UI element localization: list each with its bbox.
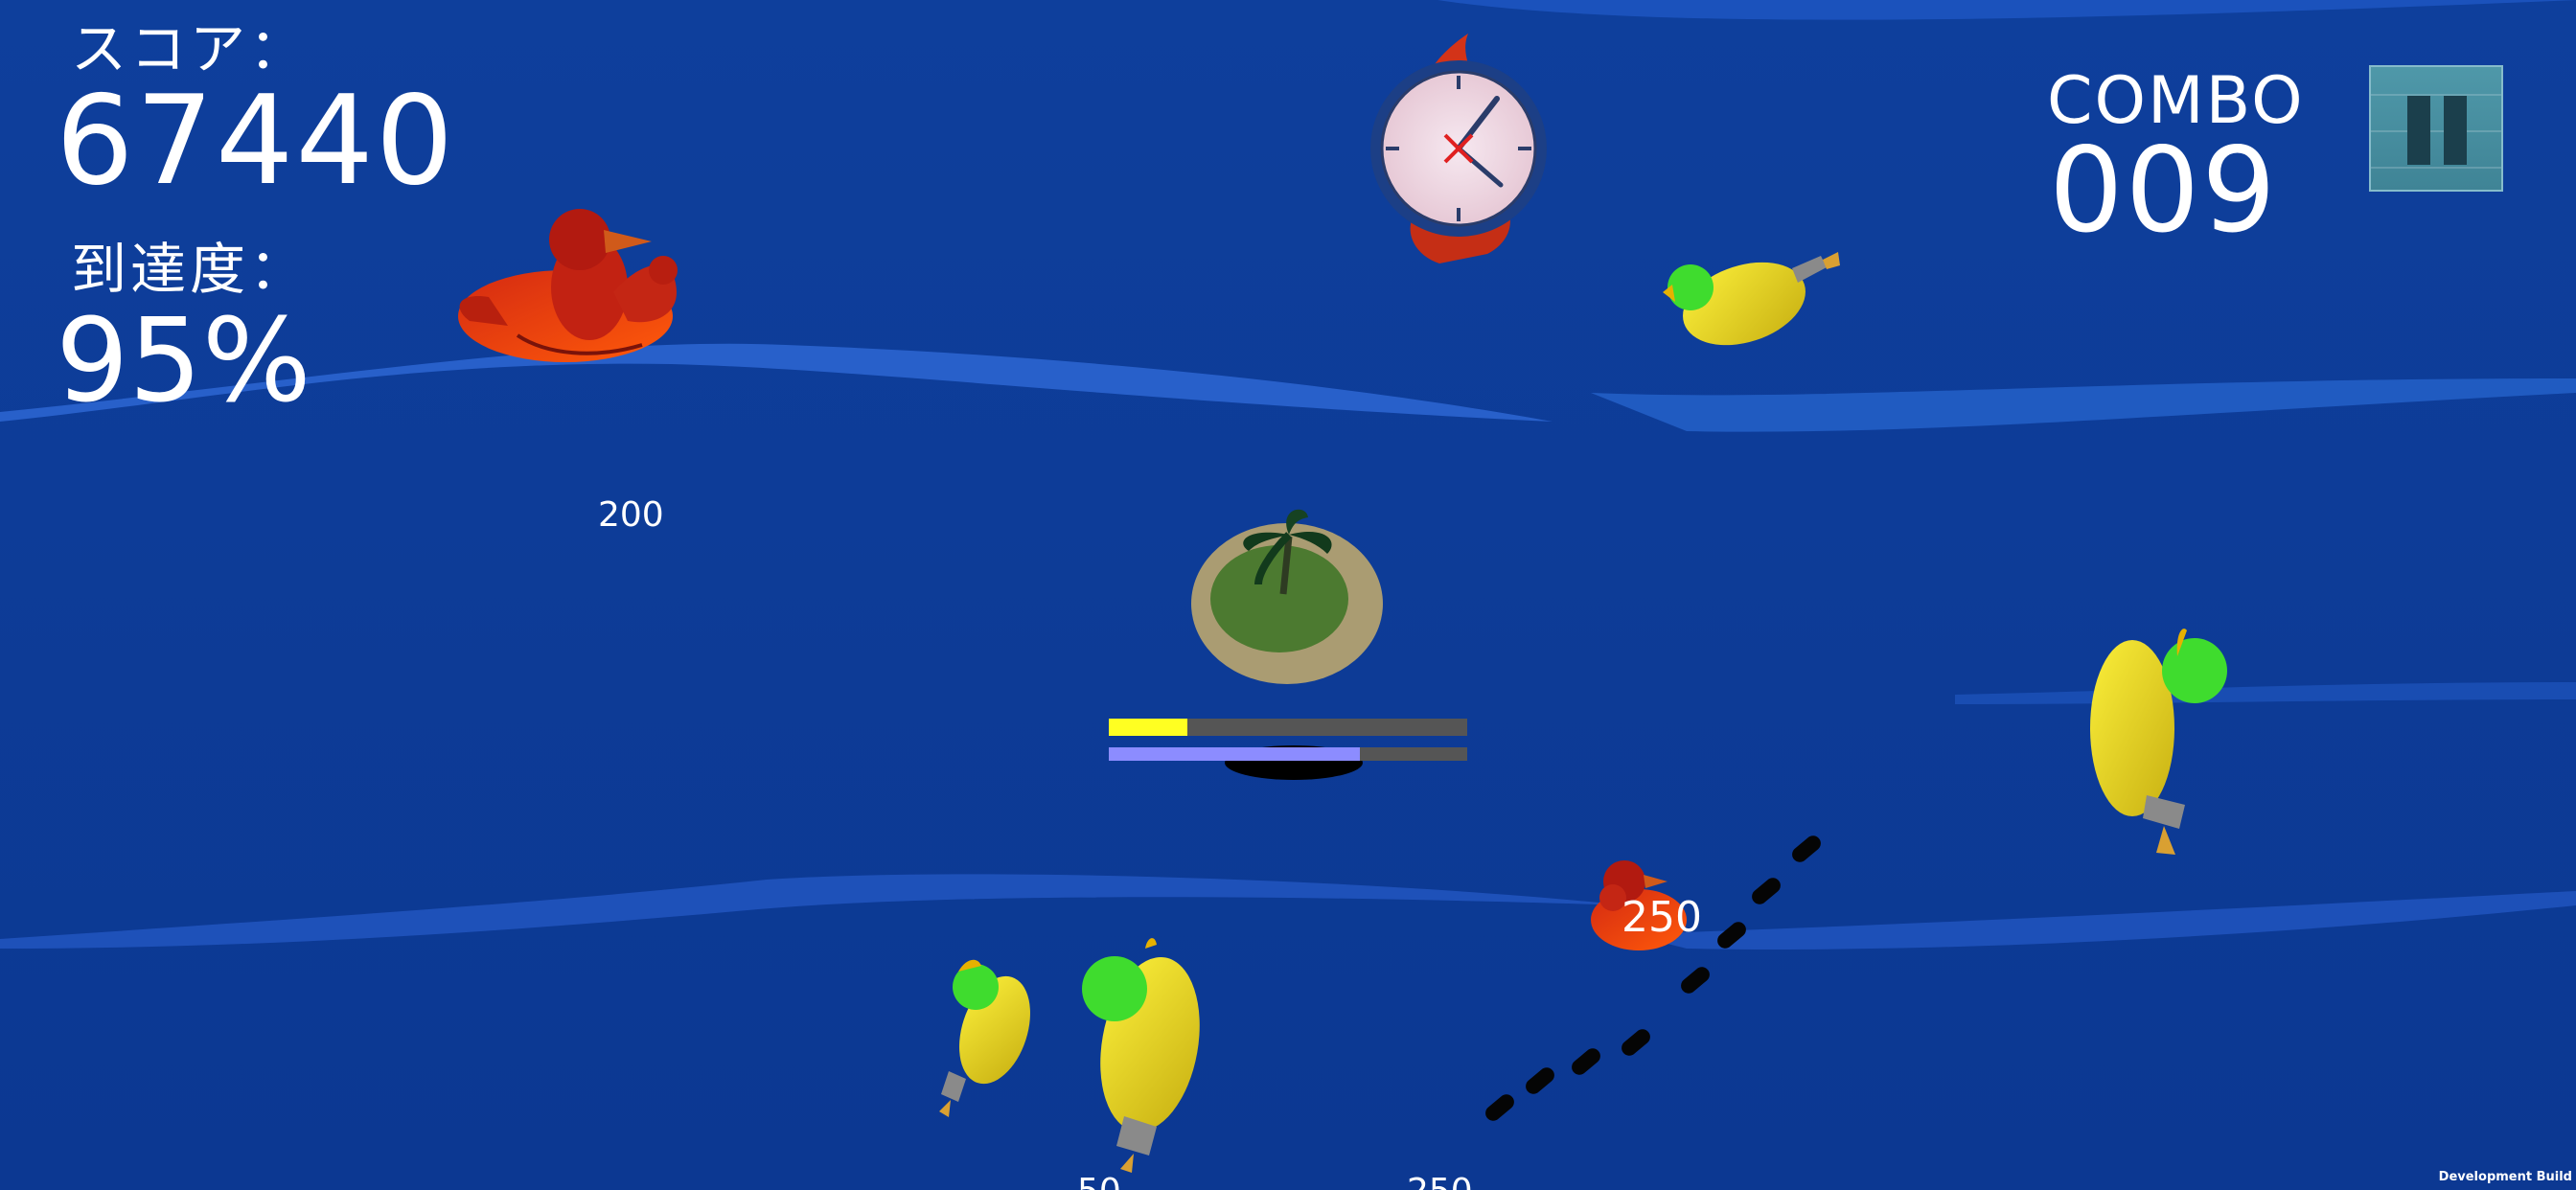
points-popup: 250 xyxy=(1407,1175,1473,1190)
points-popup: 200 xyxy=(598,495,664,535)
pause-button[interactable] xyxy=(2369,65,2503,192)
combo-value: 009 xyxy=(2049,123,2278,259)
wood-grain xyxy=(2371,130,2501,132)
pause-icon xyxy=(2407,96,2430,165)
blue-bar-fill xyxy=(1109,747,1360,761)
yellow-bar-fill xyxy=(1109,719,1187,736)
points-popup: 250 xyxy=(1622,893,1702,942)
score-label: スコア： xyxy=(71,16,310,81)
game-stage[interactable]: スコア： 67440 到達度： 95% COMBO 009 200 250 50… xyxy=(0,0,2576,1190)
wood-grain xyxy=(2371,94,2501,96)
wood-grain xyxy=(2371,167,2501,169)
development-build-label: Development Build xyxy=(2438,1170,2572,1184)
points-popup: 50 xyxy=(1077,1175,1121,1190)
pause-icon xyxy=(2444,96,2467,165)
progress-label: 到達度： xyxy=(71,237,310,302)
progress-value: 95% xyxy=(56,295,311,428)
score-value: 67440 xyxy=(56,70,456,213)
